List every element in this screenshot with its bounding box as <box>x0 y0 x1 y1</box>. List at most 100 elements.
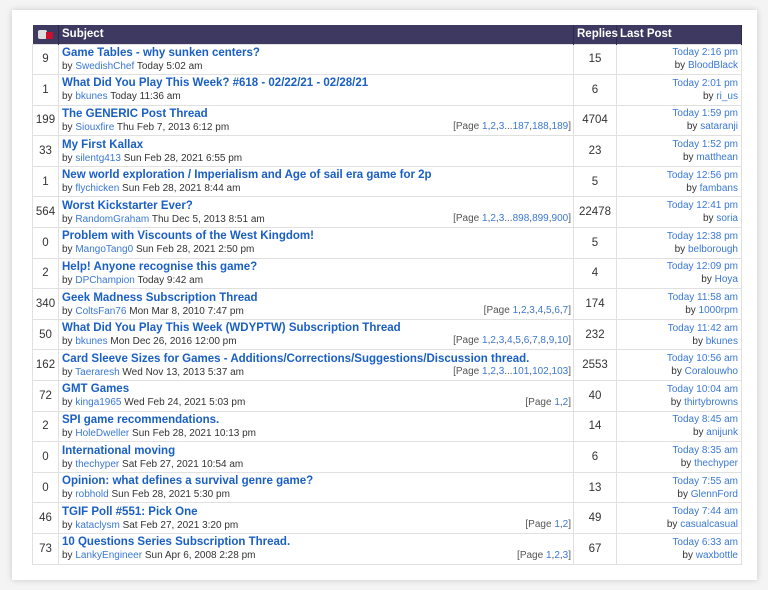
author-link[interactable]: kataclysm <box>75 520 119 531</box>
author-link[interactable]: ColtsFan76 <box>75 306 126 317</box>
author-link[interactable]: LankyEngineer <box>75 550 142 561</box>
last-post-author-link[interactable]: ri_us <box>716 91 738 102</box>
last-post-link[interactable]: Today 10:56 am <box>667 353 738 364</box>
page-link[interactable]: 3 <box>529 305 535 316</box>
thread-title-link[interactable]: My First Kallax <box>62 138 570 152</box>
page-link[interactable]: 1 <box>482 366 488 377</box>
page-link[interactable]: 1 <box>546 550 552 561</box>
page-link[interactable]: 898 <box>513 213 530 224</box>
last-post-link[interactable]: Today 12:56 pm <box>667 170 738 181</box>
page-link[interactable]: 101 <box>513 366 530 377</box>
last-post-author-link[interactable]: soria <box>716 213 738 224</box>
author-link[interactable]: Siouxfire <box>75 122 114 133</box>
last-post-author-link[interactable]: BloodBlack <box>688 60 738 71</box>
page-link[interactable]: 900 <box>552 213 569 224</box>
page-link[interactable]: 1 <box>554 519 560 530</box>
thread-title-link[interactable]: What Did You Play This Week? #618 - 02/2… <box>62 76 570 90</box>
page-link[interactable]: 6 <box>554 305 560 316</box>
last-post-link[interactable]: Today 8:45 am <box>672 414 738 425</box>
page-link[interactable]: 103 <box>552 366 569 377</box>
page-link[interactable]: 187 <box>513 121 530 132</box>
last-post-author-link[interactable]: bkunes <box>706 336 738 347</box>
subject-header[interactable]: Subject <box>58 25 574 44</box>
author-link[interactable]: silentg413 <box>75 153 121 164</box>
last-post-author-link[interactable]: Hoya <box>715 274 738 285</box>
last-post-author-link[interactable]: thechyper <box>694 458 738 469</box>
author-link[interactable]: RandomGraham <box>75 214 149 225</box>
author-link[interactable]: MangoTang0 <box>75 244 133 255</box>
page-link[interactable]: 188 <box>532 121 549 132</box>
last-post-link[interactable]: Today 12:38 pm <box>667 231 738 242</box>
author-link[interactable]: Taeraresh <box>75 367 119 378</box>
last-post-author-link[interactable]: anijunk <box>706 427 738 438</box>
thread-title-link[interactable]: Help! Anyone recognise this game? <box>62 260 570 274</box>
last-post-link[interactable]: Today 1:52 pm <box>672 139 738 150</box>
author-link[interactable]: DPChampion <box>75 275 134 286</box>
last-post-author-link[interactable]: thirtybrowns <box>684 397 738 408</box>
last-post-author-link[interactable]: fambans <box>700 183 738 194</box>
last-post-author-link[interactable]: matthean <box>696 152 738 163</box>
author-link[interactable]: flychicken <box>75 183 119 194</box>
thread-title-link[interactable]: What Did You Play This Week (WDYPTW) Sub… <box>62 321 570 335</box>
page-link[interactable]: 1 <box>482 213 488 224</box>
page-link[interactable]: 189 <box>552 121 569 132</box>
last-post-link[interactable]: Today 12:09 pm <box>667 261 738 272</box>
page-link[interactable]: 1 <box>554 397 560 408</box>
page-link[interactable]: 10 <box>557 335 568 346</box>
thread-title-link[interactable]: TGIF Poll #551: Pick One <box>62 505 570 519</box>
thread-title-link[interactable]: Worst Kickstarter Ever? <box>62 199 570 213</box>
last-post-author-link[interactable]: belborough <box>688 244 738 255</box>
last-post-header[interactable]: Last Post <box>616 25 742 44</box>
last-post-link[interactable]: Today 7:55 am <box>672 476 738 487</box>
author-link[interactable]: kinga1965 <box>75 397 121 408</box>
author-link[interactable]: robhold <box>75 489 108 500</box>
author-link[interactable]: bkunes <box>75 336 107 347</box>
thread-title-link[interactable]: 10 Questions Series Subscription Thread. <box>62 535 570 549</box>
page-link[interactable]: 2 <box>490 121 496 132</box>
page-link[interactable]: 102 <box>532 366 549 377</box>
last-post-link[interactable]: Today 7:44 am <box>672 506 738 517</box>
page-link[interactable]: 9 <box>549 335 555 346</box>
page-link[interactable]: 4 <box>507 335 513 346</box>
last-post-link[interactable]: Today 2:01 pm <box>672 78 738 89</box>
last-post-link[interactable]: Today 2:16 pm <box>672 47 738 58</box>
last-post-link[interactable]: Today 11:58 am <box>668 292 738 303</box>
thread-title-link[interactable]: Problem with Viscounts of the West Kingd… <box>62 229 570 243</box>
thread-title-link[interactable]: Game Tables - why sunken centers? <box>62 46 570 60</box>
last-post-link[interactable]: Today 10:04 am <box>667 384 738 395</box>
page-link[interactable]: 2 <box>554 550 560 561</box>
thread-title-link[interactable]: Card Sleeve Sizes for Games - Additions/… <box>62 352 570 366</box>
replies-header[interactable]: Replies <box>573 25 618 44</box>
page-link[interactable]: 899 <box>532 213 549 224</box>
page-link[interactable]: 2 <box>521 305 527 316</box>
page-link[interactable]: 2 <box>490 335 496 346</box>
last-post-author-link[interactable]: Coralouwho <box>685 366 738 377</box>
thread-title-link[interactable]: Opinion: what defines a survival genre g… <box>62 474 570 488</box>
page-link[interactable]: 4 <box>538 305 544 316</box>
last-post-link[interactable]: Today 11:42 am <box>668 323 738 334</box>
last-post-author-link[interactable]: sataranji <box>700 121 738 132</box>
thumbs-header[interactable] <box>32 25 59 44</box>
page-link[interactable]: 5 <box>515 335 521 346</box>
thread-title-link[interactable]: International moving <box>62 444 570 458</box>
thread-title-link[interactable]: The GENERIC Post Thread <box>62 107 570 121</box>
author-link[interactable]: thechyper <box>75 459 119 470</box>
author-link[interactable]: SwedishChef <box>75 61 134 72</box>
page-link[interactable]: 8 <box>540 335 546 346</box>
last-post-author-link[interactable]: 1000rpm <box>699 305 738 316</box>
page-link[interactable]: 5 <box>546 305 552 316</box>
thread-title-link[interactable]: SPI game recommendations. <box>62 413 570 427</box>
thread-title-link[interactable]: GMT Games <box>62 382 570 396</box>
author-link[interactable]: HoleDweller <box>75 428 129 439</box>
page-link[interactable]: 3 <box>499 335 505 346</box>
page-link[interactable]: 2 <box>490 213 496 224</box>
last-post-link[interactable]: Today 1:59 pm <box>672 108 738 119</box>
last-post-author-link[interactable]: casualcasual <box>680 519 738 530</box>
last-post-link[interactable]: Today 6:33 am <box>672 537 738 548</box>
author-link[interactable]: bkunes <box>75 91 107 102</box>
page-link[interactable]: 1 <box>482 121 488 132</box>
page-link[interactable]: 6 <box>524 335 530 346</box>
last-post-link[interactable]: Today 12:41 pm <box>667 200 738 211</box>
page-link[interactable]: 7 <box>532 335 538 346</box>
thread-title-link[interactable]: Geek Madness Subscription Thread <box>62 291 570 305</box>
